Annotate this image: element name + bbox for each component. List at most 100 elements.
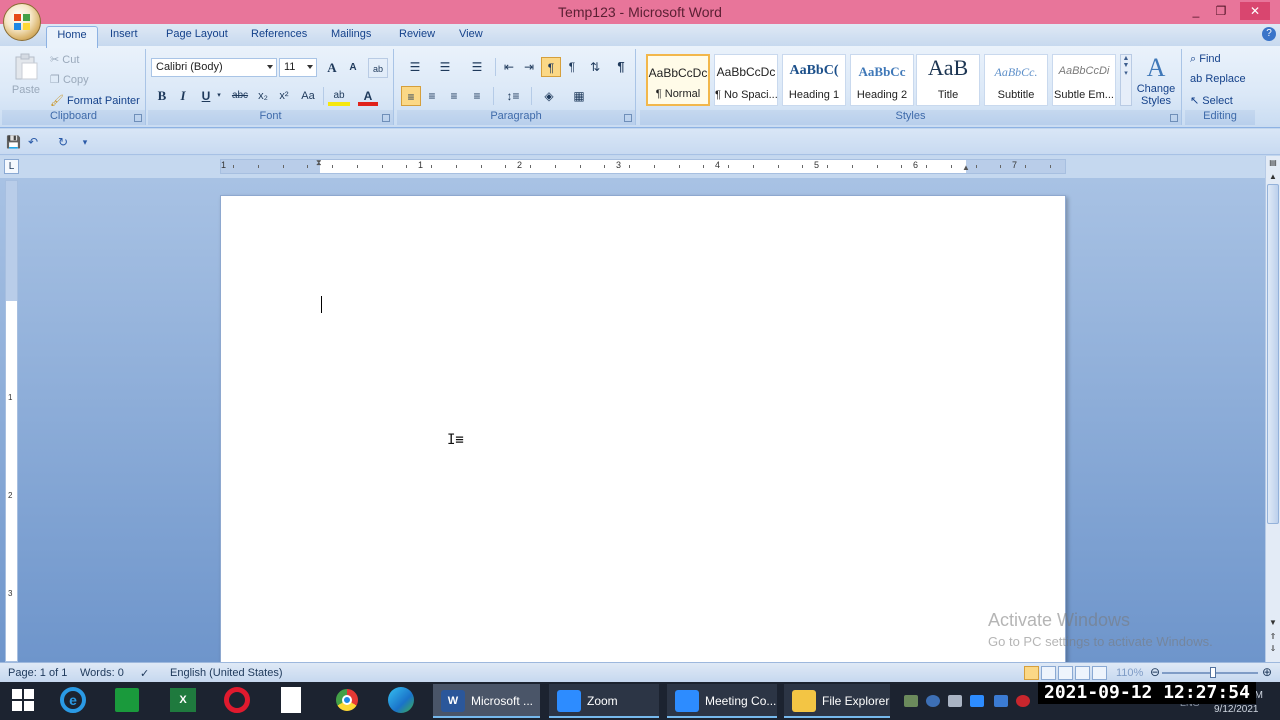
customize-qat-icon[interactable]: ▾ <box>78 135 92 149</box>
strikethrough-button[interactable]: abc <box>228 86 252 106</box>
shading-icon[interactable]: ◈ <box>535 86 563 106</box>
cut-button[interactable]: ✂ Cut <box>50 53 110 69</box>
grow-font-button[interactable]: A <box>322 58 342 78</box>
align-center-icon[interactable]: ≡ <box>422 86 442 106</box>
excel-icon[interactable]: X <box>160 687 206 719</box>
print-layout-icon[interactable] <box>1024 666 1039 680</box>
proofing-icon[interactable]: ✓ <box>140 667 149 680</box>
previous-page-icon[interactable]: ⇑ <box>1268 632 1278 642</box>
office-button[interactable] <box>3 3 41 41</box>
styles-scroll[interactable]: ▲ ▼ ▾ <box>1120 54 1132 106</box>
paste-button[interactable]: Paste <box>8 53 44 105</box>
format-painter-button[interactable]: 🖌 Format Painter <box>50 94 142 110</box>
change-case-button[interactable]: Aa <box>296 86 320 106</box>
underline-button[interactable]: U <box>196 86 216 106</box>
chevron-down-icon[interactable]: ▾ <box>214 86 224 106</box>
vertical-ruler[interactable]: 1 2 3 <box>5 180 18 662</box>
zoom-out-icon[interactable]: ⊖ <box>1150 665 1160 679</box>
superscript-button[interactable]: x² <box>274 86 294 106</box>
paragraph-launcher-icon[interactable] <box>624 114 632 122</box>
borders-icon[interactable]: ▦ <box>565 86 593 106</box>
zoom-slider-thumb[interactable] <box>1210 667 1216 678</box>
help-icon[interactable]: ? <box>1262 27 1276 41</box>
decrease-indent-icon[interactable]: ⇤ <box>499 57 519 77</box>
minimize-button[interactable]: _ <box>1184 2 1208 20</box>
taskbar-date[interactable]: 9/12/2021 <box>1214 704 1259 715</box>
styles-launcher-icon[interactable] <box>1170 114 1178 122</box>
line-spacing-icon[interactable]: ↕≡ <box>499 86 527 106</box>
chrome-icon[interactable] <box>324 687 370 719</box>
blank-file-icon[interactable] <box>268 687 314 719</box>
vertical-scrollbar[interactable]: ▤ ▲ ▼ ⇑ ⇓ <box>1265 156 1280 662</box>
internet-explorer-icon[interactable]: e <box>50 687 96 719</box>
tray-edge-icon[interactable] <box>926 695 940 707</box>
close-button[interactable]: ✕ <box>1240 2 1270 20</box>
font-color-button[interactable]: A <box>358 86 378 106</box>
highlight-button[interactable]: ab <box>328 86 350 106</box>
shrink-font-button[interactable]: A <box>343 58 363 78</box>
rtl-icon[interactable]: ¶ <box>562 57 582 77</box>
zoom-in-icon[interactable]: ⊕ <box>1262 665 1272 679</box>
change-styles-button[interactable]: A Change Styles <box>1134 53 1178 109</box>
scroll-down-icon[interactable]: ▼ <box>1268 618 1278 628</box>
maximize-button[interactable]: ❐ <box>1209 2 1233 20</box>
scroll-up-icon[interactable]: ▲ <box>1268 172 1278 182</box>
redo-icon[interactable]: ↻ <box>56 135 70 149</box>
increase-indent-icon[interactable]: ⇥ <box>519 57 539 77</box>
clipboard-launcher-icon[interactable] <box>134 114 142 122</box>
right-indent-icon[interactable]: ▲ <box>962 163 970 172</box>
tab-home[interactable]: Home <box>46 26 98 48</box>
ltr-icon[interactable]: ¶ <box>541 57 561 77</box>
align-right-icon[interactable]: ≡ <box>444 86 464 106</box>
ruler-toggle-icon[interactable]: ▤ <box>1268 158 1278 168</box>
outline-view-icon[interactable] <box>1075 666 1090 680</box>
justify-icon[interactable]: ≡ <box>467 86 487 106</box>
show-marks-button[interactable]: ¶ <box>611 57 631 77</box>
style-heading-1[interactable]: AaBbC( Heading 1 <box>782 54 846 106</box>
subscript-button[interactable]: x₂ <box>253 86 273 106</box>
align-left-icon[interactable]: ≡ <box>401 86 421 106</box>
italic-button[interactable]: I <box>173 86 193 106</box>
word-count[interactable]: Words: 0 <box>80 667 124 679</box>
taskbar-zoom[interactable]: Zoom <box>549 684 659 718</box>
style-subtle-emphasis[interactable]: AaBbCcDi Subtle Em... <box>1052 54 1116 106</box>
draft-view-icon[interactable] <box>1092 666 1107 680</box>
bullets-icon[interactable]: ☰ <box>401 57 429 77</box>
style-no-spacing[interactable]: AaBbCcDc ¶ No Spaci... <box>714 54 778 106</box>
style-title[interactable]: AaB Title <box>916 54 980 106</box>
next-page-icon[interactable]: ⇓ <box>1268 644 1278 654</box>
store-icon[interactable] <box>104 687 150 719</box>
taskbar-word[interactable]: W Microsoft ... <box>433 684 540 718</box>
tab-insert[interactable]: Insert <box>110 28 138 40</box>
language-label[interactable]: English (United States) <box>170 667 283 679</box>
tray-app-icon[interactable] <box>904 695 918 707</box>
copy-button[interactable]: ❐ Copy <box>50 73 110 89</box>
tray-app-icon[interactable] <box>994 695 1008 707</box>
opera-icon[interactable] <box>214 687 260 719</box>
find-button[interactable]: ⌕ Find <box>1190 53 1250 69</box>
font-size-select[interactable]: 11 <box>279 58 317 77</box>
web-layout-icon[interactable] <box>1058 666 1073 680</box>
edge-icon[interactable] <box>378 687 424 719</box>
taskbar-file-explorer[interactable]: File Explorer <box>784 684 890 718</box>
zoom-level[interactable]: 110% <box>1116 667 1143 679</box>
full-screen-reading-icon[interactable] <box>1041 666 1056 680</box>
tab-page-layout[interactable]: Page Layout <box>166 28 228 40</box>
tray-opera-icon[interactable] <box>1016 695 1030 707</box>
indent-marker-icon[interactable]: ⧗ <box>316 158 322 168</box>
style-heading-2[interactable]: AaBbCc Heading 2 <box>850 54 914 106</box>
multilevel-list-icon[interactable]: ☰ <box>463 57 491 77</box>
save-icon[interactable]: 💾 <box>6 135 21 149</box>
sort-icon[interactable]: ⇅ <box>585 57 605 77</box>
tab-mailings[interactable]: Mailings <box>331 28 371 40</box>
clear-formatting-icon[interactable]: ab <box>368 58 388 78</box>
select-button[interactable]: ↖ Select <box>1190 94 1250 110</box>
style-subtitle[interactable]: AaBbCc. Subtitle <box>984 54 1048 106</box>
page-count[interactable]: Page: 1 of 1 <box>8 667 67 679</box>
horizontal-ruler[interactable]: 1 1 2 3 4 5 6 7 ⧗ ▲ <box>220 158 1066 174</box>
replace-button[interactable]: ab Replace <box>1190 73 1250 89</box>
font-family-select[interactable]: Calibri (Body) <box>151 58 277 77</box>
tray-zoom-icon[interactable] <box>970 695 984 707</box>
document-page[interactable]: I≡ <box>220 195 1066 665</box>
numbering-icon[interactable]: ☰ <box>431 57 459 77</box>
